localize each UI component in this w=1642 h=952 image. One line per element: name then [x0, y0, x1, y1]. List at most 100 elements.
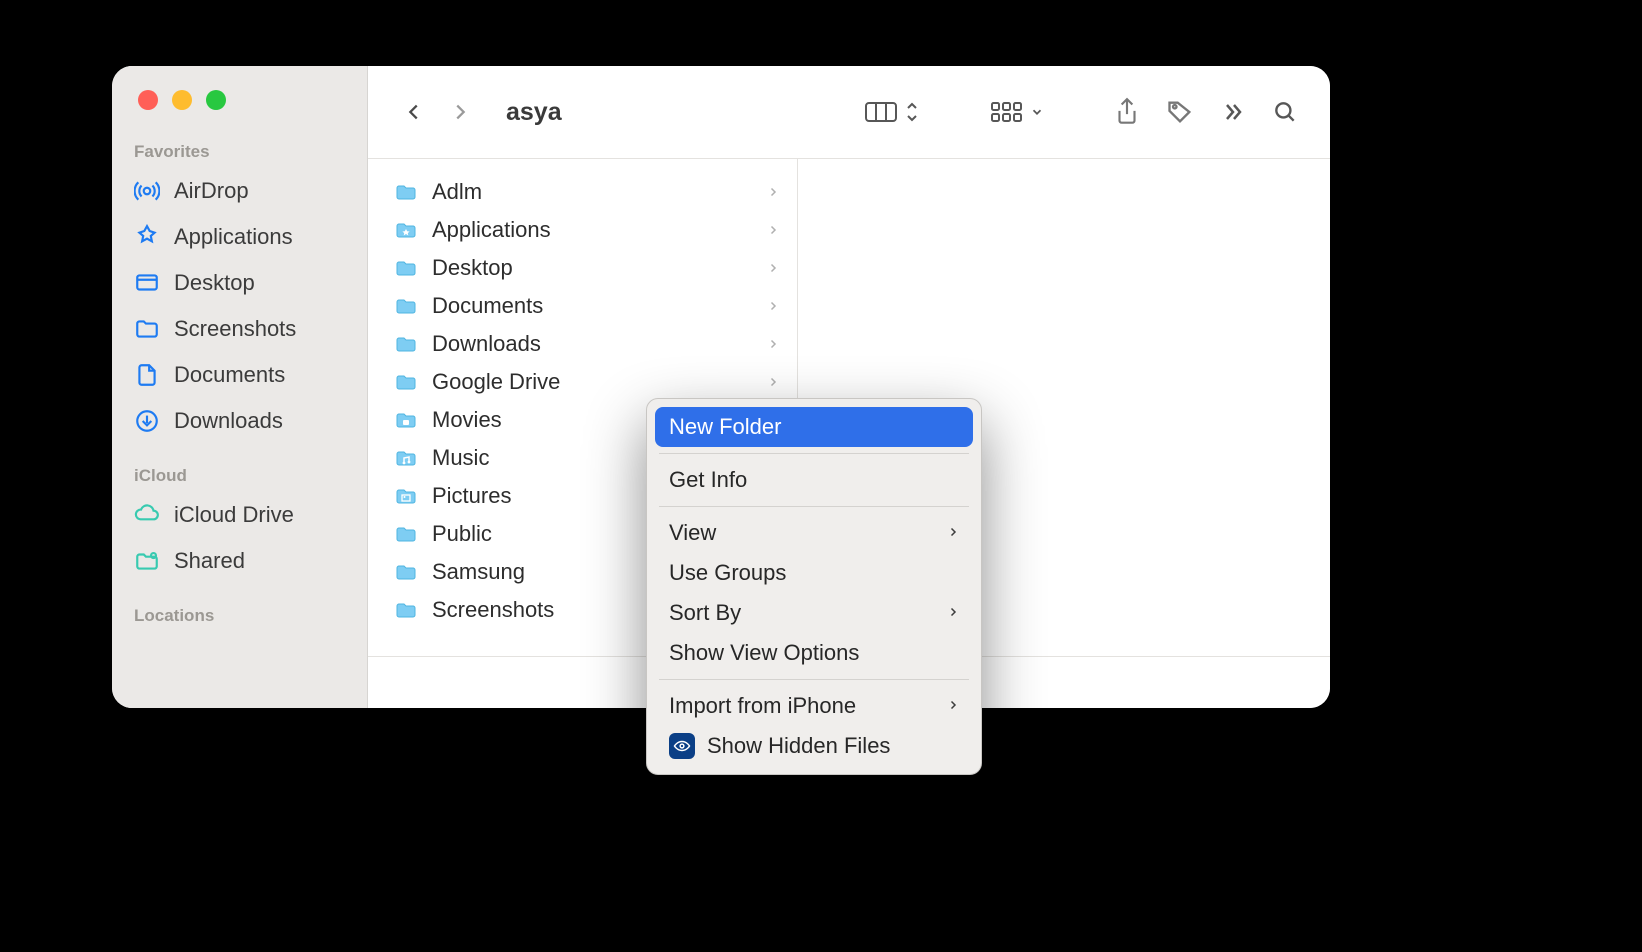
- submenu-arrow-icon: [947, 693, 959, 719]
- folder-icon: [392, 560, 420, 584]
- apps-icon: [134, 224, 160, 250]
- folder-icon: [134, 316, 160, 342]
- document-icon: [134, 362, 160, 388]
- sidebar-section-title: Locations: [112, 606, 367, 632]
- chevrons-right-icon: [1220, 100, 1246, 124]
- chevron-right-icon: [767, 297, 779, 315]
- zoom-button[interactable]: [206, 90, 226, 110]
- sidebar-item-applications[interactable]: Applications: [112, 214, 367, 260]
- menu-item[interactable]: Get Info: [655, 460, 973, 500]
- view-mode-button[interactable]: [856, 94, 928, 130]
- chevron-right-icon: [767, 183, 779, 201]
- sidebar-item-desktop[interactable]: Desktop: [112, 260, 367, 306]
- eye-icon: [669, 733, 695, 759]
- file-name: Downloads: [432, 331, 755, 357]
- grid-icon: [990, 100, 1024, 124]
- minimize-button[interactable]: [172, 90, 192, 110]
- folder-icon: [392, 370, 420, 394]
- sidebar-item-label: Screenshots: [174, 316, 296, 342]
- menu-item-label: Use Groups: [669, 560, 786, 586]
- folder-icon: [392, 256, 420, 280]
- traffic-lights: [112, 90, 367, 142]
- chevron-left-icon: [403, 97, 425, 127]
- folder-icon: [392, 484, 420, 508]
- file-row[interactable]: Google Drive: [378, 363, 787, 401]
- chevron-right-icon: [767, 259, 779, 277]
- file-row[interactable]: Adlm: [378, 173, 787, 211]
- sidebar-item-documents[interactable]: Documents: [112, 352, 367, 398]
- desktop-icon: [134, 270, 160, 296]
- menu-separator: [659, 506, 969, 507]
- menu-item-label: View: [669, 520, 716, 546]
- chevron-right-icon: [449, 97, 471, 127]
- folder-icon: [392, 408, 420, 432]
- sidebar: Favorites AirDrop Applications Desktop S…: [112, 66, 368, 708]
- file-name: Applications: [432, 217, 755, 243]
- menu-item[interactable]: Show Hidden Files: [655, 726, 973, 766]
- shared-folder-icon: [134, 548, 160, 574]
- file-row[interactable]: Documents: [378, 287, 787, 325]
- sidebar-section-title: Favorites: [112, 142, 367, 168]
- folder-icon: [392, 598, 420, 622]
- folder-icon: [392, 446, 420, 470]
- file-name: Adlm: [432, 179, 755, 205]
- menu-separator: [659, 679, 969, 680]
- menu-item-label: Import from iPhone: [669, 693, 856, 719]
- sidebar-item-label: Documents: [174, 362, 285, 388]
- file-row[interactable]: Downloads: [378, 325, 787, 363]
- close-button[interactable]: [138, 90, 158, 110]
- window-title: asya: [506, 98, 562, 127]
- menu-item[interactable]: Import from iPhone: [655, 686, 973, 726]
- tags-button[interactable]: [1158, 94, 1202, 130]
- search-button[interactable]: [1264, 94, 1306, 130]
- menu-item[interactable]: Sort By: [655, 593, 973, 633]
- menu-item[interactable]: View: [655, 513, 973, 553]
- file-row[interactable]: Desktop: [378, 249, 787, 287]
- tag-icon: [1166, 98, 1194, 126]
- context-menu: New Folder Get Info View Use Groups Sort By…: [646, 398, 982, 775]
- menu-item[interactable]: New Folder: [655, 407, 973, 447]
- sidebar-section-title: iCloud: [112, 466, 367, 492]
- menu-item-label: New Folder: [669, 414, 781, 440]
- submenu-arrow-icon: [947, 600, 959, 626]
- menu-item-label: Show View Options: [669, 640, 859, 666]
- more-button[interactable]: [1212, 94, 1254, 130]
- toolbar: asya: [368, 66, 1330, 158]
- airdrop-icon: [134, 178, 160, 204]
- submenu-arrow-icon: [947, 520, 959, 546]
- file-name: Desktop: [432, 255, 755, 281]
- sidebar-item-label: AirDrop: [174, 178, 249, 204]
- menu-item[interactable]: Show View Options: [655, 633, 973, 673]
- menu-item-label: Sort By: [669, 600, 741, 626]
- sidebar-item-label: Applications: [174, 224, 293, 250]
- sidebar-item-downloads[interactable]: Downloads: [112, 398, 367, 444]
- chevron-down-icon: [1030, 105, 1044, 119]
- group-button[interactable]: [982, 94, 1052, 130]
- back-button[interactable]: [396, 94, 432, 130]
- sidebar-item-label: Downloads: [174, 408, 283, 434]
- file-row[interactable]: Applications: [378, 211, 787, 249]
- menu-item-label: Get Info: [669, 467, 747, 493]
- folder-icon: [392, 294, 420, 318]
- chevron-right-icon: [767, 335, 779, 353]
- forward-button[interactable]: [442, 94, 478, 130]
- sidebar-item-screenshots[interactable]: Screenshots: [112, 306, 367, 352]
- sidebar-item-icloud-drive[interactable]: iCloud Drive: [112, 492, 367, 538]
- chevron-right-icon: [767, 373, 779, 391]
- up-down-chevron-icon: [904, 99, 920, 125]
- columns-icon: [864, 99, 898, 125]
- sidebar-item-label: iCloud Drive: [174, 502, 294, 528]
- folder-icon: [392, 218, 420, 242]
- folder-icon: [392, 332, 420, 356]
- sidebar-item-label: Shared: [174, 548, 245, 574]
- sidebar-item-label: Desktop: [174, 270, 255, 296]
- file-name: Google Drive: [432, 369, 755, 395]
- share-icon: [1114, 97, 1140, 127]
- menu-item-label: Show Hidden Files: [707, 733, 890, 759]
- sidebar-item-shared[interactable]: Shared: [112, 538, 367, 584]
- chevron-right-icon: [767, 221, 779, 239]
- share-button[interactable]: [1106, 94, 1148, 130]
- sidebar-item-airdrop[interactable]: AirDrop: [112, 168, 367, 214]
- search-icon: [1272, 99, 1298, 125]
- menu-item[interactable]: Use Groups: [655, 553, 973, 593]
